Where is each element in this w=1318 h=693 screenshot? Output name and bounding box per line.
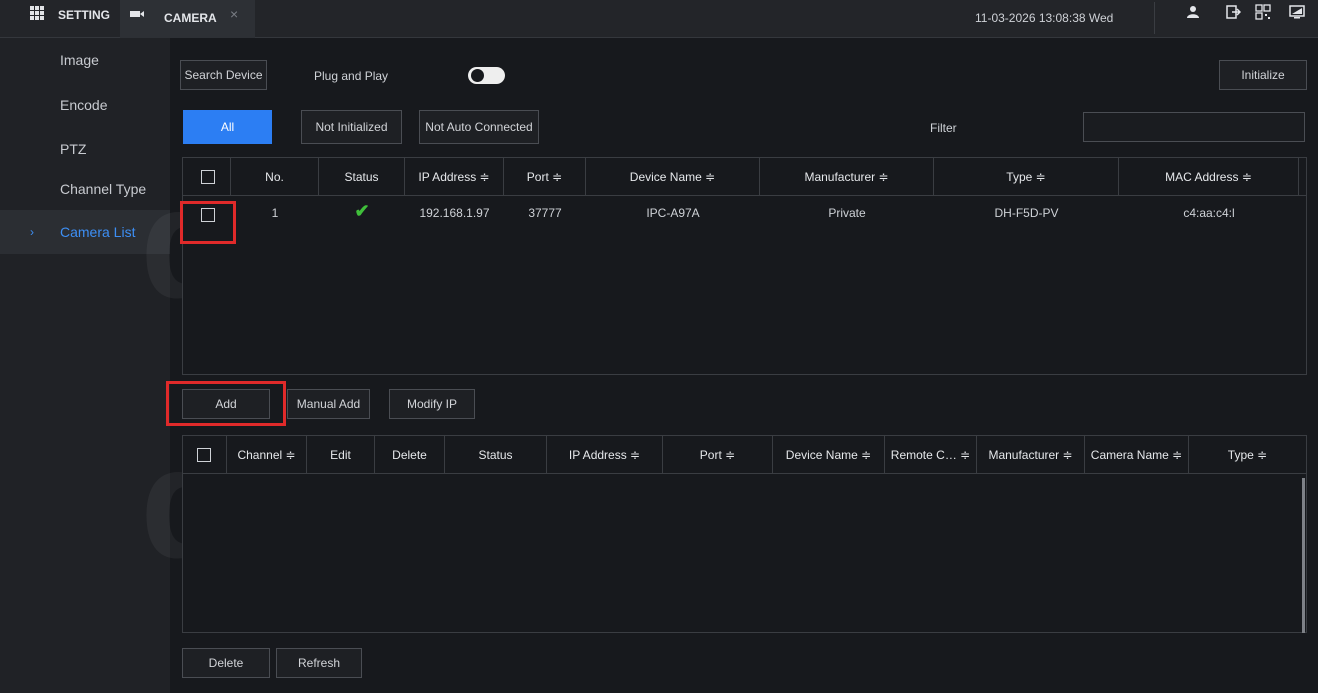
sidebar-item-label: Camera List bbox=[60, 224, 136, 240]
cell-ip-address: 192.168.1.97 bbox=[419, 206, 490, 220]
filter-label: Filter bbox=[930, 121, 957, 135]
search-device-button[interactable]: Search Device bbox=[180, 60, 267, 90]
vertical-scrollbar[interactable] bbox=[1302, 478, 1305, 633]
header-status[interactable]: Status bbox=[319, 158, 405, 196]
header-port[interactable]: Port ≑ bbox=[663, 436, 773, 474]
device-table-header: No. Status IP Address ≑ Port ≑ Device Na… bbox=[183, 158, 1306, 196]
header-ip-address[interactable]: IP Address ≑ bbox=[405, 158, 504, 196]
header-remote-channel[interactable]: Remote C… ≑ bbox=[885, 436, 977, 474]
filter-not-initialized-button[interactable]: Not Initialized bbox=[301, 110, 402, 144]
sidebar-item-ptz[interactable]: PTZ bbox=[0, 139, 170, 179]
select-all-cell bbox=[183, 436, 227, 474]
select-all-checkbox[interactable] bbox=[197, 448, 211, 462]
header-mac-address[interactable]: MAC Address ≑ bbox=[1119, 158, 1299, 196]
sidebar: Image Encode PTZ Channel Type › Camera L… bbox=[0, 38, 170, 693]
added-table-header: Channel ≑ Edit Delete Status IP Address … bbox=[183, 436, 1306, 474]
select-all-cell bbox=[183, 158, 231, 196]
main-content: digitklik digitklik digitklik digitklik … bbox=[140, 38, 1318, 693]
cell-manufacturer: Private bbox=[828, 206, 866, 220]
refresh-button[interactable]: Refresh bbox=[276, 648, 362, 678]
filter-input[interactable] bbox=[1083, 112, 1305, 142]
header-status: Status bbox=[445, 436, 547, 474]
setting-tab-label[interactable]: SETTING bbox=[58, 8, 110, 22]
header-type[interactable]: Type ≑ bbox=[934, 158, 1119, 196]
camera-tab[interactable]: CAMERA × bbox=[120, 0, 255, 38]
filter-all-button[interactable]: All bbox=[183, 110, 272, 144]
sidebar-item-label: Image bbox=[60, 52, 99, 68]
cell-port: 37777 bbox=[528, 206, 562, 220]
row-checkbox-highlight bbox=[180, 201, 236, 244]
chevron-right-icon: › bbox=[30, 225, 34, 239]
sidebar-item-label: Channel Type bbox=[60, 181, 147, 197]
initialize-button[interactable]: Initialize bbox=[1219, 60, 1307, 90]
header-channel[interactable]: Channel ≑ bbox=[227, 436, 307, 474]
sidebar-item-camera-list[interactable]: › Camera List bbox=[0, 210, 170, 254]
sidebar-item-image[interactable]: Image bbox=[0, 50, 170, 90]
system-datetime: 11-03-2026 13:08:38 Wed bbox=[975, 11, 1114, 25]
header-edit: Edit bbox=[307, 436, 375, 474]
sidebar-item-label: PTZ bbox=[60, 141, 87, 157]
header-device-name[interactable]: Device Name ≑ bbox=[773, 436, 885, 474]
display-icon[interactable] bbox=[1289, 4, 1305, 20]
manual-add-button[interactable]: Manual Add bbox=[287, 389, 370, 419]
camera-icon bbox=[130, 11, 144, 17]
header-device-name[interactable]: Device Name ≑ bbox=[586, 158, 760, 196]
status-ok-icon: ✔ bbox=[354, 201, 370, 221]
device-table: No. Status IP Address ≑ Port ≑ Device Na… bbox=[182, 157, 1307, 375]
header-manufacturer[interactable]: Manufacturer ≑ bbox=[760, 158, 934, 196]
cell-device-name: IPC-A97A bbox=[646, 206, 700, 220]
sidebar-item-label: Encode bbox=[60, 97, 108, 113]
toggle-knob bbox=[471, 69, 484, 82]
user-icon[interactable] bbox=[1185, 4, 1201, 20]
camera-tab-label: CAMERA bbox=[164, 11, 217, 25]
sidebar-item-encode[interactable]: Encode bbox=[0, 95, 170, 135]
modify-ip-button[interactable]: Modify IP bbox=[389, 389, 475, 419]
delete-button[interactable]: Delete bbox=[182, 648, 270, 678]
header-manufacturer[interactable]: Manufacturer ≑ bbox=[977, 436, 1085, 474]
cell-type: DH-F5D-PV bbox=[994, 206, 1059, 220]
qr-code-icon[interactable] bbox=[1255, 4, 1271, 20]
header-ip-address[interactable]: IP Address ≑ bbox=[547, 436, 663, 474]
divider bbox=[1154, 2, 1155, 34]
plug-and-play-toggle[interactable] bbox=[468, 67, 505, 84]
added-devices-table: Channel ≑ Edit Delete Status IP Address … bbox=[182, 435, 1307, 633]
header-port[interactable]: Port ≑ bbox=[504, 158, 586, 196]
plug-and-play-label: Plug and Play bbox=[314, 69, 389, 83]
header-type[interactable]: Type ≑ bbox=[1189, 436, 1306, 474]
filter-not-auto-connected-button[interactable]: Not Auto Connected bbox=[419, 110, 539, 144]
top-bar: SETTING CAMERA × 11-03-2026 13:08:38 Wed bbox=[0, 0, 1318, 38]
header-no[interactable]: No. bbox=[231, 158, 319, 196]
add-button-highlight bbox=[166, 381, 286, 426]
header-delete: Delete bbox=[375, 436, 445, 474]
table-row[interactable]: 1 ✔ 192.168.1.97 37777 IPC-A97A Private … bbox=[183, 196, 1306, 230]
logout-icon[interactable] bbox=[1225, 4, 1241, 20]
cell-no: 1 bbox=[271, 206, 279, 220]
header-camera-name[interactable]: Camera Name ≑ bbox=[1085, 436, 1189, 474]
main-menu-icon[interactable] bbox=[30, 6, 44, 20]
select-all-checkbox[interactable] bbox=[201, 170, 215, 184]
cell-mac-address: c4:aa:c4:l bbox=[1183, 206, 1235, 220]
close-icon[interactable]: × bbox=[230, 6, 238, 22]
